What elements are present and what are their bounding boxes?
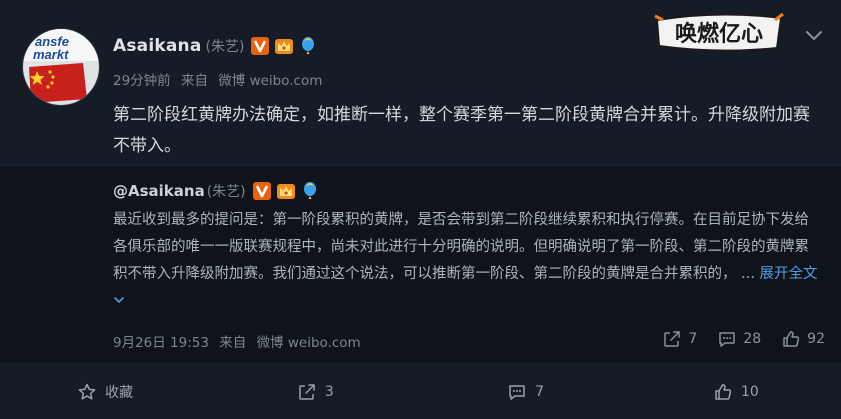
expand-label: 展开全文 [759, 266, 818, 282]
repost-share-button[interactable]: 7 [662, 329, 697, 349]
like-button[interactable]: 10 [631, 364, 841, 419]
repost-author-row: @Asaikana (朱艺) [113, 179, 320, 203]
post-time[interactable]: 29分钟前 [113, 73, 171, 89]
post-source: 微博 weibo.com [218, 73, 323, 89]
comment-count: 7 [535, 383, 545, 400]
balloon-icon[interactable] [300, 181, 320, 201]
repost-share-count: 7 [688, 331, 698, 347]
repost-text: 最近收到最多的提问是：第一阶段累积的黄牌，是否会带到第二阶段继续累积和执行停赛。… [113, 212, 809, 282]
favorite-label: 收藏 [105, 384, 134, 401]
balloon-icon[interactable] [298, 36, 318, 56]
more-chevron-icon[interactable] [803, 24, 825, 46]
vip-v-icon[interactable] [250, 36, 270, 56]
repost-content: 最近收到最多的提问是：第一阶段累积的黄牌，是否会带到第二阶段继续累积和执行停赛。… [113, 207, 818, 315]
comment-icon [509, 384, 525, 400]
repost-source-prefix: 来自 [219, 335, 247, 351]
repost-author-handle[interactable]: @Asaikana [113, 182, 205, 200]
avatar[interactable]: ansfe markt [23, 29, 99, 105]
crown-icon[interactable] [276, 181, 296, 201]
repost-date[interactable]: 9月26日 19:53 [113, 335, 209, 351]
repost-author-real-name: (朱艺) [206, 184, 246, 200]
post-source-prefix: 来自 [180, 73, 208, 89]
comment-button[interactable]: 7 [421, 364, 631, 419]
avatar-image: ansfe markt [23, 29, 99, 105]
repost-like-count: 92 [807, 331, 825, 347]
repost-actions: 7 28 92 [662, 329, 825, 349]
post-content: 第二阶段红黄牌办法确定，如推断一样，整个赛季第一第二阶段黄牌合并累计。升降级附加… [113, 105, 810, 156]
repost-source: 微博 weibo.com [256, 335, 361, 351]
share-button[interactable]: 3 [210, 364, 420, 419]
like-count: 10 [740, 383, 759, 400]
repost-footer: 9月26日 19:53 来自 微博 weibo.com 7 28 92 [113, 329, 825, 351]
brand-logo-text: 唤燃亿心 [675, 21, 763, 47]
share-count: 3 [324, 383, 334, 400]
avatar-text-2: markt [33, 47, 69, 62]
author-row: Asaikana (朱艺) [113, 34, 318, 58]
repost-card[interactable]: @Asaikana (朱艺) 最近收到最多的提问是：第一阶段累积的黄牌，是否会带… [0, 167, 841, 363]
author-badges [250, 36, 318, 56]
vip-v-icon[interactable] [252, 181, 272, 201]
star-icon [78, 383, 96, 400]
share-icon [664, 331, 681, 347]
author-name[interactable]: Asaikana [113, 36, 202, 56]
favorite-button[interactable]: 收藏 [0, 364, 210, 419]
repost-ellipsis: ... [736, 266, 760, 282]
post-toolbar: 收藏 3 7 10 [0, 364, 841, 419]
repost-comment-button[interactable]: 28 [717, 329, 761, 349]
repost-meta: 9月26日 19:53 来自 微博 weibo.com [113, 331, 361, 351]
comment-icon [719, 332, 736, 347]
crown-icon[interactable] [274, 36, 294, 56]
share-icon [299, 383, 315, 400]
chevron-down-icon [114, 297, 124, 304]
author-real-name: (朱艺) [205, 39, 245, 55]
repost-like-button[interactable]: 92 [781, 329, 825, 349]
repost-author-badges [252, 181, 320, 201]
weibo-post: ansfe markt Asaikana (朱艺) 29分钟前 来自 微博 we… [0, 0, 841, 419]
brand-logo: 唤燃亿心 [654, 12, 784, 52]
repost-comment-count: 28 [743, 331, 762, 347]
like-icon [783, 331, 800, 347]
like-icon [715, 383, 732, 400]
post-meta: 29分钟前 来自 微博 weibo.com [113, 69, 322, 89]
